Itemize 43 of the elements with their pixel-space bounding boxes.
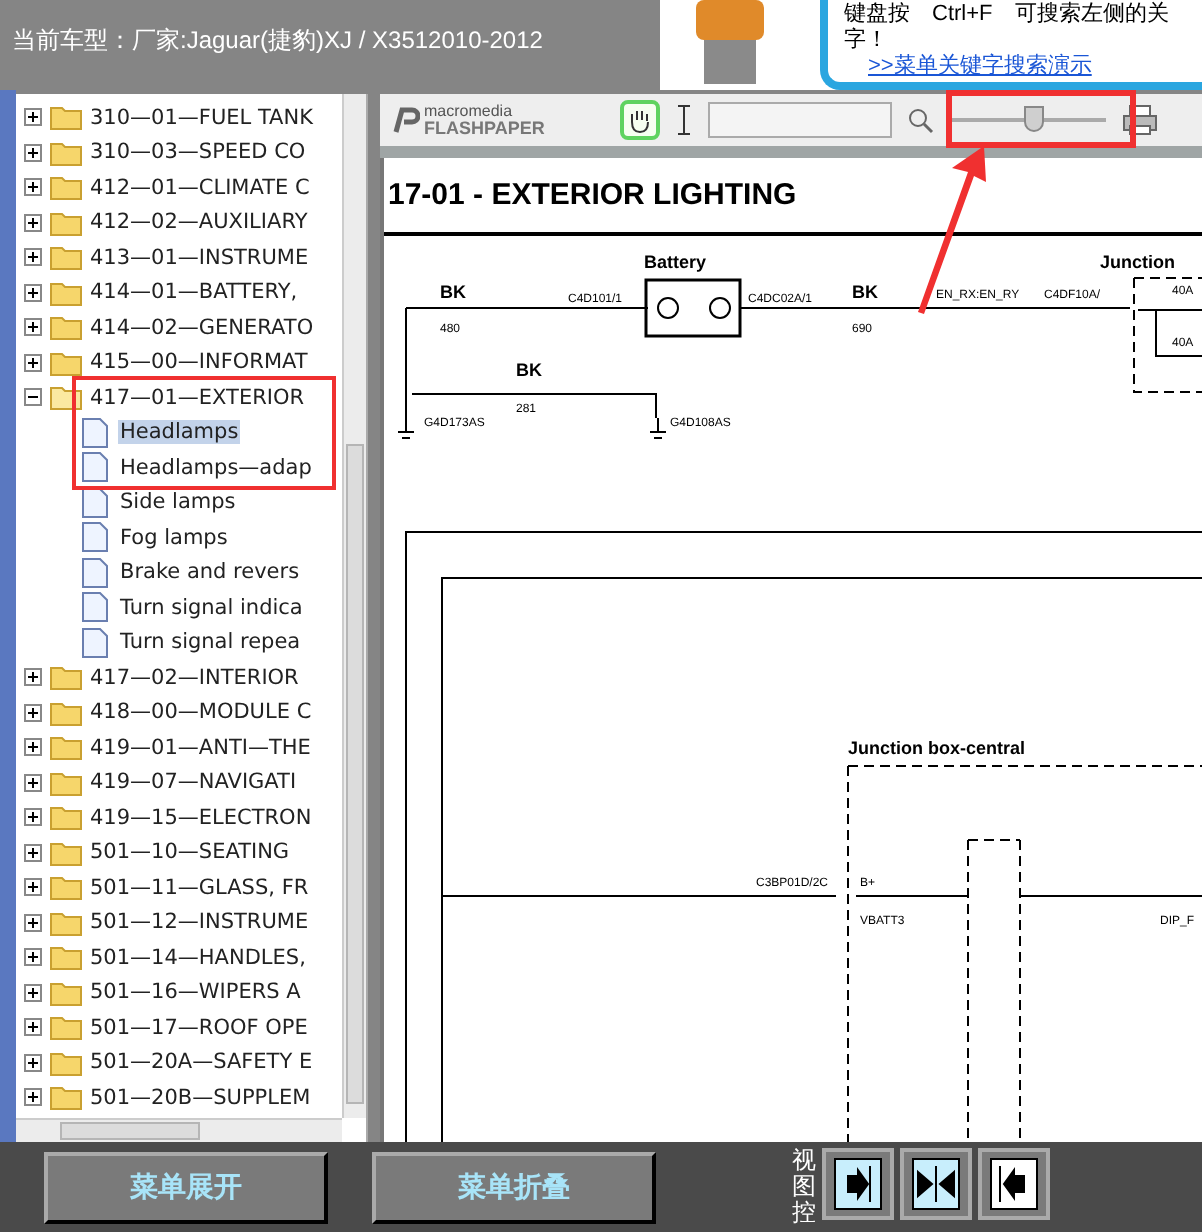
- tree-item[interactable]: 412—01—CLIMATE C: [90, 175, 310, 200]
- tree-item[interactable]: Fog lamps: [118, 525, 230, 550]
- tree-item[interactable]: 501—16—WIPERS A: [90, 980, 301, 1005]
- search-demo-link[interactable]: >>菜单关键字搜索演示: [844, 54, 1202, 80]
- tree-item[interactable]: 413—01—INSTRUME: [90, 245, 309, 270]
- tree-item[interactable]: 412—02—AUXILIARY: [90, 210, 308, 235]
- tree-item[interactable]: Turn signal repea: [118, 630, 303, 655]
- tree-item[interactable]: 310—03—SPEED CO: [90, 140, 306, 165]
- tree-item[interactable]: Headlamps: [118, 420, 241, 445]
- tree-item[interactable]: 501—17—ROOF OPE: [90, 1015, 308, 1040]
- tree-item[interactable]: 501—12—INSTRUME: [90, 910, 309, 935]
- diagram-label: BK: [440, 282, 466, 302]
- tree-item[interactable]: 501—10—SEATING: [90, 840, 290, 865]
- tree-item[interactable]: 501—20A—SAFETY E: [90, 1050, 313, 1075]
- diagram-label: Battery: [644, 252, 707, 272]
- help-text: 键盘按 Ctrl+F 可搜索左侧的关: [844, 2, 1171, 27]
- tree-item[interactable]: Turn signal indica: [118, 595, 305, 620]
- tree-item[interactable]: 501—20B—SUPPLEM: [90, 1085, 311, 1110]
- diagram-label: BK: [516, 360, 542, 380]
- logo-text: FLASHPAPER: [424, 120, 545, 138]
- tree-item[interactable]: 414—01—BATTERY,: [90, 280, 298, 305]
- page-heading: 17-01 - EXTERIOR LIGHTING: [388, 176, 797, 216]
- tree-item[interactable]: Headlamps—adap: [118, 455, 314, 480]
- tree-item[interactable]: 418—00—MODULE C: [90, 700, 312, 725]
- tree-item[interactable]: 415—00—INFORMAT: [90, 350, 308, 375]
- help-text: 字！: [844, 28, 890, 54]
- tree-item[interactable]: 419—07—NAVIGATI: [90, 770, 297, 795]
- vehicle-title: 当前车型：厂家:Jaguar(捷豹)XJ / X3512010-2012: [12, 23, 545, 57]
- tree-item[interactable]: 310—01—FUEL TANK: [90, 105, 313, 130]
- view-control-label: 视图控: [792, 1148, 816, 1228]
- diagram-label: Junction: [1100, 252, 1175, 272]
- tree-item[interactable]: 419—15—ELECTRON: [90, 805, 312, 830]
- tree-item[interactable]: Side lamps: [118, 490, 238, 515]
- tree-item[interactable]: 419—01—ANTI—THE: [90, 735, 311, 760]
- diagram-label: BK: [852, 282, 878, 302]
- tree-item[interactable]: 501—11—GLASS, FR: [90, 875, 309, 900]
- tree-item[interactable]: Brake and revers: [118, 560, 302, 585]
- tree-item[interactable]: 414—02—GENERATO: [90, 315, 314, 340]
- diagram-label: Junction box-central: [848, 738, 1026, 758]
- tree-item[interactable]: 417—02—INTERIOR: [90, 665, 299, 690]
- tree-item[interactable]: 501—14—HANDLES,: [90, 945, 306, 970]
- logo-text: macromedia: [424, 102, 515, 120]
- tree-item[interactable]: 417—01—EXTERIOR: [90, 385, 305, 410]
